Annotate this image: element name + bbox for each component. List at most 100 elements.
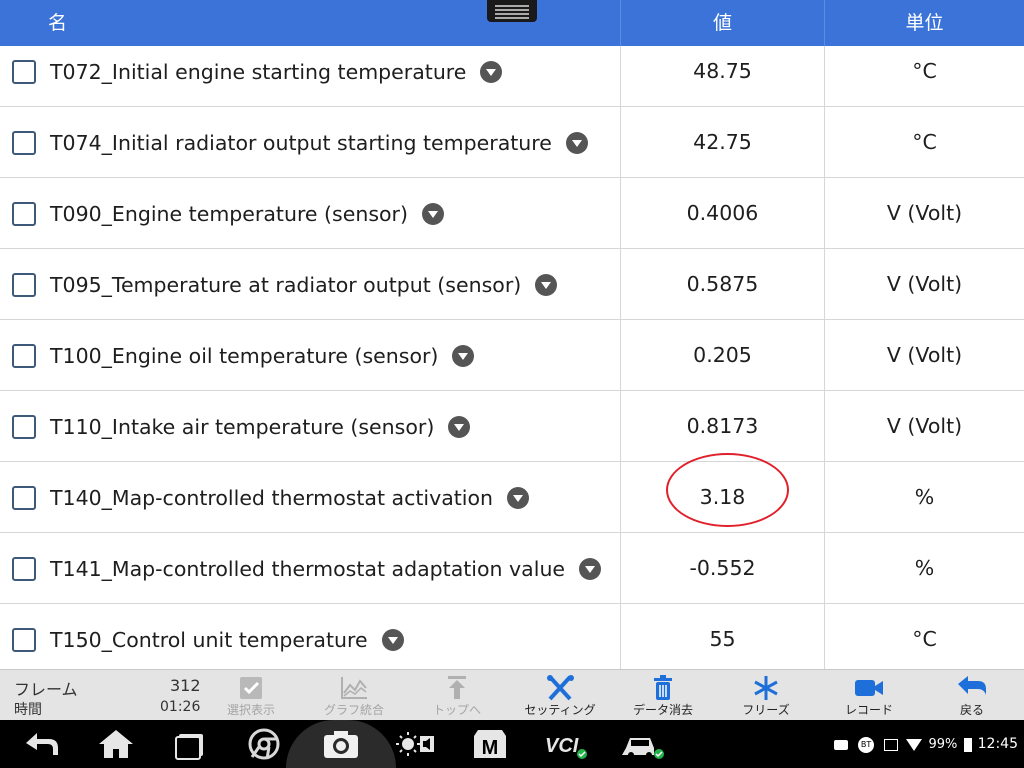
- row-checkbox[interactable]: [12, 130, 36, 155]
- status-bar: BT 99% 12:45: [833, 720, 1018, 768]
- row-checkbox[interactable]: [12, 556, 36, 581]
- back-icon[interactable]: [22, 728, 62, 760]
- parameter-unit: V (Volt): [824, 391, 1024, 462]
- parameter-unit: V (Volt): [824, 320, 1024, 391]
- table-header: 名 値 単位: [0, 0, 1024, 46]
- parameter-name: T150_Control unit temperature: [50, 627, 368, 652]
- column-header-unit[interactable]: 単位: [824, 0, 1024, 46]
- wifi-icon: [906, 738, 923, 751]
- to-top-label: トップへ: [432, 703, 481, 717]
- battery-alert-icon: [884, 738, 899, 751]
- battery-percent: 99%: [928, 737, 958, 752]
- chrome-icon[interactable]: [244, 728, 284, 760]
- parameter-name: T140_Map-controlled thermostat activatio…: [50, 485, 494, 510]
- parameter-unit: V (Volt): [824, 249, 1024, 320]
- parameter-name: T110_Intake air temperature (sensor): [50, 414, 435, 439]
- dropdown-arrow-icon[interactable]: [448, 415, 471, 438]
- to-top-button[interactable]: トップへ: [409, 670, 505, 721]
- table-row[interactable]: T140_Map-controlled thermostat activatio…: [0, 462, 1024, 533]
- parameter-unit: °C: [824, 107, 1024, 178]
- drag-handle[interactable]: [487, 0, 537, 22]
- parameter-value: 48.75: [620, 46, 824, 107]
- dropdown-arrow-icon[interactable]: [421, 202, 444, 225]
- setting-button[interactable]: セッティング: [512, 670, 608, 721]
- bluetooth-icon: BT: [858, 736, 875, 753]
- car-connected-icon[interactable]: [622, 728, 666, 760]
- video-camera-icon: [855, 680, 883, 696]
- parameter-unit: °C: [824, 604, 1024, 669]
- table-row[interactable]: T100_Engine oil temperature (sensor) 0.2…: [0, 320, 1024, 391]
- row-checkbox[interactable]: [12, 343, 36, 368]
- row-checkbox[interactable]: [12, 201, 36, 226]
- message-icon: [833, 739, 848, 750]
- red-circle-annotation: [666, 453, 789, 527]
- snowflake-icon: [754, 676, 778, 700]
- clear-data-label: データ消去: [632, 703, 693, 717]
- dropdown-arrow-icon[interactable]: [452, 344, 475, 367]
- dropdown-arrow-icon[interactable]: [535, 273, 558, 296]
- time-label: 時間: [14, 702, 42, 718]
- table-row[interactable]: T141_Map-controlled thermostat adaptatio…: [0, 533, 1024, 604]
- frame-info: フレーム 312 時間 01:26: [0, 670, 215, 721]
- parameter-value: 0.5875: [620, 249, 824, 320]
- record-button[interactable]: レコード: [821, 670, 917, 721]
- table-row[interactable]: T090_Engine temperature (sensor) 0.4006 …: [0, 178, 1024, 249]
- svg-text:M: M: [482, 737, 499, 759]
- dropdown-arrow-icon[interactable]: [381, 628, 404, 651]
- dropdown-arrow-icon[interactable]: [565, 131, 588, 154]
- record-label: レコード: [844, 703, 893, 717]
- trash-icon: [654, 675, 672, 700]
- row-checkbox[interactable]: [12, 272, 36, 297]
- select-view-button[interactable]: 選択表示: [203, 670, 299, 721]
- battery-icon: [963, 737, 972, 752]
- column-header-value[interactable]: 値: [620, 0, 824, 46]
- select-view-label: 選択表示: [226, 703, 275, 717]
- bottom-toolbar: フレーム 312 時間 01:26 選択表示 グラフ統合 トップへ セッティング…: [0, 669, 1024, 720]
- back-button[interactable]: 戻る: [924, 670, 1020, 721]
- parameter-unit: %: [824, 533, 1024, 604]
- dropdown-arrow-icon[interactable]: [480, 60, 503, 83]
- m-app-icon[interactable]: M: [470, 728, 510, 760]
- svg-text:VCI: VCI: [545, 735, 579, 757]
- home-icon[interactable]: [96, 728, 136, 760]
- dropdown-arrow-icon[interactable]: [507, 486, 530, 509]
- recent-apps-icon[interactable]: [170, 728, 210, 760]
- column-header-name[interactable]: 名: [48, 0, 67, 46]
- parameter-unit: V (Volt): [824, 178, 1024, 249]
- parameter-unit: %: [824, 462, 1024, 533]
- frame-label: フレーム: [14, 680, 78, 699]
- parameter-name: T100_Engine oil temperature (sensor): [50, 343, 439, 368]
- row-checkbox[interactable]: [12, 414, 36, 439]
- table-row[interactable]: T074_Initial radiator output starting te…: [0, 107, 1024, 178]
- frame-value: 312: [170, 676, 201, 695]
- graph-merge-button[interactable]: グラフ統合: [306, 670, 402, 721]
- parameter-value: 0.4006: [620, 178, 824, 249]
- row-checkbox[interactable]: [12, 59, 36, 84]
- parameter-name: T095_Temperature at radiator output (sen…: [50, 272, 522, 297]
- dropdown-arrow-icon[interactable]: [579, 557, 602, 580]
- back-arrow-icon: [958, 676, 986, 695]
- brightness-volume-icon[interactable]: [396, 728, 436, 760]
- table-row[interactable]: T095_Temperature at radiator output (sen…: [0, 249, 1024, 320]
- table-row[interactable]: T110_Intake air temperature (sensor) 0.8…: [0, 391, 1024, 462]
- back-label: 戻る: [959, 703, 984, 717]
- parameter-name: T090_Engine temperature (sensor): [50, 201, 408, 226]
- freeze-button[interactable]: フリーズ: [718, 670, 814, 721]
- camera-icon[interactable]: [321, 728, 361, 760]
- parameter-value: 0.8173: [620, 391, 824, 462]
- live-data-table[interactable]: T072_Initial engine starting temperature…: [0, 46, 1024, 669]
- row-checkbox[interactable]: [12, 627, 36, 652]
- parameter-value: 42.75: [620, 107, 824, 178]
- clear-data-button[interactable]: データ消去: [615, 670, 711, 721]
- table-row[interactable]: T072_Initial engine starting temperature…: [0, 46, 1024, 107]
- table-row[interactable]: T150_Control unit temperature 55 °C: [0, 604, 1024, 669]
- row-checkbox[interactable]: [12, 485, 36, 510]
- time-value: 01:26: [160, 699, 201, 715]
- setting-label: セッティング: [524, 703, 596, 717]
- parameter-name: T141_Map-controlled thermostat adaptatio…: [50, 556, 566, 581]
- vci-status-icon[interactable]: VCI: [544, 728, 590, 760]
- parameter-value: 0.205: [620, 320, 824, 391]
- parameter-unit: °C: [824, 46, 1024, 107]
- parameter-name: T072_Initial engine starting temperature: [50, 59, 467, 84]
- android-navigation-bar: M VCI BT 99% 12:45: [0, 720, 1024, 768]
